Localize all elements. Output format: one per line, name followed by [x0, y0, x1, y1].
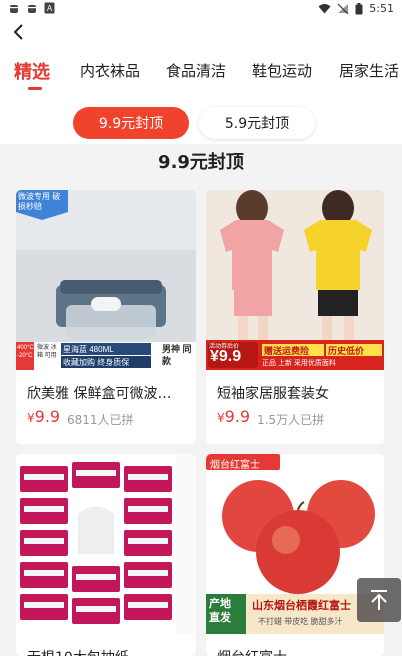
- status-time: 5:51: [369, 2, 394, 15]
- product-name: 欣美雅 保鲜盒可微波…: [27, 386, 172, 402]
- price-filter-9-9-button[interactable]: 9.9元封顶: [73, 107, 189, 139]
- product-image-micro: 微波 冰箱 可用: [37, 345, 57, 359]
- svg-text:A: A: [47, 4, 53, 13]
- product-sold-count: 1.5万人已拼: [257, 413, 325, 427]
- bug-icon: [27, 5, 37, 13]
- price-value: 9.9: [34, 407, 61, 426]
- product-image-banner: 正品 上新 采用优质面料: [262, 360, 336, 367]
- product-price: ¥9.9: [27, 407, 60, 426]
- product-image: 活动券后价 ¥9.9 赠送运费险 历史低价 正品 上新 采用优质面料: [206, 190, 384, 370]
- status-right: 5:51: [318, 2, 394, 15]
- product-image: [16, 454, 196, 634]
- product-image-temp: 400°C -20°C: [17, 345, 34, 359]
- arrow-up-icon: [371, 590, 387, 610]
- notification-a-icon: A: [44, 2, 55, 14]
- price-filter-5-9-button[interactable]: 5.9元封顶: [199, 107, 315, 139]
- product-sold-count: 6811人已拼: [67, 413, 134, 427]
- tab-featured[interactable]: 精选: [14, 58, 50, 84]
- product-image-deal: 收藏加购 终身质保: [63, 358, 130, 367]
- signal-off-icon: [337, 3, 349, 14]
- battery-icon: [355, 2, 363, 14]
- scroll-to-top-button[interactable]: [357, 578, 401, 622]
- product-name: 烟台红富士: [217, 647, 377, 656]
- product-image-origin: 产地 直发: [209, 598, 231, 624]
- tab-underwear-socks[interactable]: 内衣袜品: [80, 60, 140, 81]
- product-name: 短袖家居服套装女: [217, 386, 329, 402]
- product-card[interactable]: 烟台红富士 产地 直发 山东烟台栖霞红富士 不打蜡 带皮吃 脆甜多汁 烟台红富士: [206, 454, 384, 656]
- product-image-tag: 烟台红富士: [210, 460, 260, 471]
- back-arrow-icon[interactable]: [8, 20, 30, 44]
- product-image-side: 男神 同款: [162, 344, 192, 366]
- product-image-banner: 赠送运费险: [264, 346, 310, 356]
- wifi-icon: [318, 4, 331, 14]
- price-filter-bar: 9.9元封顶 5.9元封顶: [0, 96, 402, 144]
- bug-icon: [9, 5, 19, 13]
- status-bar: A 5:51: [0, 0, 402, 18]
- product-image-banner: 历史低价: [328, 346, 365, 356]
- currency-symbol: ¥: [27, 411, 35, 425]
- product-image-price: ¥9.9: [210, 348, 242, 365]
- tab-food-cleaning[interactable]: 食品清洁: [166, 60, 226, 81]
- tab-active-indicator: [28, 87, 42, 90]
- product-image: 微波专用 破损秒赔 400°C -20°C 微波 冰箱 可用 星海蓝 480ML…: [16, 190, 196, 370]
- product-name: 无根10大包抽纸: [27, 647, 187, 656]
- section-title: 9.9元封顶: [158, 152, 244, 173]
- product-image-label: 星海蓝 480ML: [63, 345, 114, 354]
- tab-shoes-bags-sports[interactable]: 鞋包运动: [252, 60, 312, 81]
- product-card[interactable]: 微波专用 破损秒赔 400°C -20°C 微波 冰箱 可用 星海蓝 480ML…: [16, 190, 196, 444]
- top-bar: [0, 18, 402, 48]
- category-tabs: 精选 内衣袜品 食品清洁 鞋包运动 居家生活: [0, 48, 402, 96]
- status-left: A: [8, 2, 55, 14]
- product-image-tag: 微波专用 破损秒赔: [18, 192, 61, 211]
- product-card[interactable]: 活动券后价 ¥9.9 赠送运费险 历史低价 正品 上新 采用优质面料 短袖家居服…: [206, 190, 384, 444]
- product-price: ¥9.9: [217, 407, 250, 426]
- price-value: 9.9: [224, 407, 251, 426]
- currency-symbol: ¥: [217, 411, 225, 425]
- product-card[interactable]: 无根10大包抽纸: [16, 454, 196, 656]
- tab-home-living[interactable]: 居家生活: [339, 60, 399, 81]
